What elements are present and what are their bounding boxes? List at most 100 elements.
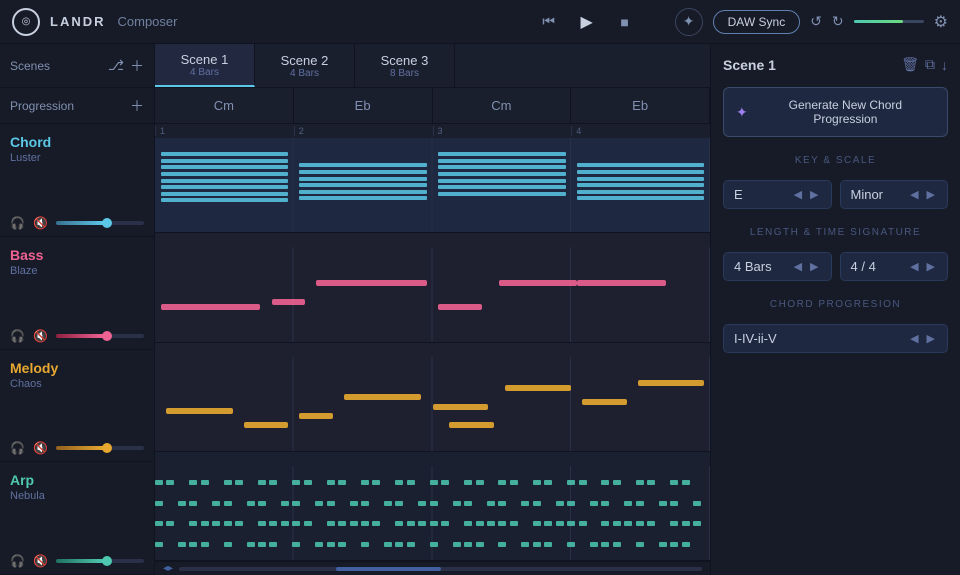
track-mute-bass[interactable]: 🔇 <box>33 329 48 343</box>
arp-note <box>201 480 209 485</box>
track-headphone-chord[interactable]: 🎧 <box>10 216 25 230</box>
time-control[interactable]: 4 / 4 ◀ ▶ <box>840 252 949 281</box>
main-layout: Scenes ⎇ ＋ Progression ＋ Chord Luster 🎧 … <box>0 44 960 575</box>
key-control[interactable]: E ◀ ▶ <box>723 180 832 209</box>
arp-note <box>567 501 575 506</box>
scenes-fork-button[interactable]: ⎇ <box>108 57 124 74</box>
scale-next-arrow[interactable]: ▶ <box>925 188 937 201</box>
arp-note <box>166 480 174 485</box>
progression-add-button[interactable]: ＋ <box>130 96 144 116</box>
track-item-melody: Melody Chaos 🎧 🔇 <box>0 350 154 463</box>
scene-tab-3[interactable]: Scene 3 8 Bars <box>355 44 455 87</box>
track-headphone-melody[interactable]: 🎧 <box>10 441 25 455</box>
delete-scene-button[interactable]: 🗑 <box>901 56 919 73</box>
chord-roll[interactable]: 1 2 3 4 <box>155 124 710 233</box>
arp-note <box>247 501 255 506</box>
arp-note <box>155 480 163 485</box>
undo-button[interactable]: ↺ <box>810 13 822 30</box>
arp-note <box>556 521 564 526</box>
track-volume-melody[interactable] <box>56 446 144 450</box>
logo-icon: ◎ <box>12 8 40 36</box>
bass-roll[interactable] <box>155 233 710 342</box>
arp-note <box>350 501 358 506</box>
play-button[interactable]: ▶ <box>573 8 601 36</box>
arp-note <box>155 501 163 506</box>
track-slider-fill-melody <box>56 446 104 450</box>
length-time-row: 4 Bars ◀ ▶ 4 / 4 ◀ ▶ <box>723 252 948 281</box>
settings-button[interactable]: ⚙ <box>934 12 948 32</box>
track-headphone-arp[interactable]: 🎧 <box>10 554 25 568</box>
chord-note <box>299 163 427 167</box>
arp-note <box>166 521 174 526</box>
melody-roll[interactable] <box>155 343 710 452</box>
volume-track[interactable] <box>854 20 924 23</box>
progression-next-arrow[interactable]: ▶ <box>925 332 937 345</box>
length-control[interactable]: 4 Bars ◀ ▶ <box>723 252 832 281</box>
scale-prev-arrow[interactable]: ◀ <box>908 188 920 201</box>
time-next-arrow[interactable]: ▶ <box>925 260 937 273</box>
track-mute-melody[interactable]: 🔇 <box>33 441 48 455</box>
arp-note <box>441 480 449 485</box>
scale-control[interactable]: Minor ◀ ▶ <box>840 180 949 209</box>
key-prev-arrow[interactable]: ◀ <box>792 188 804 201</box>
arp-note <box>281 501 289 506</box>
key-next-arrow[interactable]: ▶ <box>808 188 820 201</box>
arp-note <box>624 501 632 506</box>
stop-button[interactable]: ■ <box>611 8 639 36</box>
arp-note <box>670 542 678 547</box>
track-headphone-bass[interactable]: 🎧 <box>10 329 25 343</box>
scene-tab-1[interactable]: Scene 1 4 Bars <box>155 44 255 87</box>
sparkle-icon: ✦ <box>736 104 748 121</box>
key-value: E <box>734 187 788 202</box>
track-mute-chord[interactable]: 🔇 <box>33 216 48 230</box>
scenes-add-button[interactable]: ＋ <box>130 56 144 76</box>
arp-note <box>189 542 197 547</box>
arp-note <box>418 521 426 526</box>
redo-button[interactable]: ↻ <box>832 13 844 30</box>
chord-cell-2: Cm <box>433 88 572 123</box>
scene-tab-2[interactable]: Scene 2 4 Bars <box>255 44 355 87</box>
track-volume-arp[interactable] <box>56 559 144 563</box>
scene-tab-1-name: Scene 1 <box>181 52 229 67</box>
track-mute-arp[interactable]: 🔇 <box>33 554 48 568</box>
track-volume-bass[interactable] <box>56 334 144 338</box>
scene-tabs: Scene 1 4 Bars Scene 2 4 Bars Scene 3 8 … <box>155 44 710 88</box>
arp-note <box>281 521 289 526</box>
length-next-arrow[interactable]: ▶ <box>808 260 820 273</box>
daw-sync-button[interactable]: DAW Sync <box>713 10 801 34</box>
arp-note <box>407 521 415 526</box>
track-volume-chord[interactable] <box>56 221 144 225</box>
arp-note <box>476 521 484 526</box>
arp-note <box>430 542 438 547</box>
brand-name: LANDR <box>50 14 106 29</box>
arp-note <box>636 480 644 485</box>
arp-note <box>487 501 495 506</box>
copy-scene-button[interactable]: ⧉ <box>925 56 935 73</box>
ruler-mark-2: 2 <box>294 126 433 136</box>
arp-roll[interactable] <box>155 452 710 561</box>
generate-chord-button[interactable]: ✦ Generate New Chord Progression <box>723 87 948 137</box>
bass-note <box>499 280 577 286</box>
volume-control <box>854 20 924 23</box>
skip-back-button[interactable]: ⏮ <box>535 8 563 36</box>
length-prev-arrow[interactable]: ◀ <box>792 260 804 273</box>
download-scene-button[interactable]: ↓ <box>941 56 948 73</box>
ai-button[interactable]: ✦ <box>675 8 703 36</box>
arp-note <box>212 521 220 526</box>
scroll-left-icon[interactable]: ◂▸ <box>163 563 173 574</box>
time-prev-arrow[interactable]: ◀ <box>908 260 920 273</box>
arp-note <box>338 480 346 485</box>
arp-note <box>258 542 266 547</box>
chord-cell-3: Eb <box>571 88 710 123</box>
chord-note <box>299 177 427 181</box>
melody-note <box>166 408 233 414</box>
bass-note <box>438 304 482 310</box>
arp-note <box>624 521 632 526</box>
chord-cell-1: Eb <box>294 88 433 123</box>
scroll-track[interactable] <box>179 567 702 571</box>
progression-prev-arrow[interactable]: ◀ <box>908 332 920 345</box>
progression-control[interactable]: I-IV-ii-V ◀ ▶ <box>723 324 948 353</box>
arp-note <box>487 521 495 526</box>
chord-progression-label: CHORD PROGRESION <box>723 299 948 310</box>
arp-note <box>315 501 323 506</box>
